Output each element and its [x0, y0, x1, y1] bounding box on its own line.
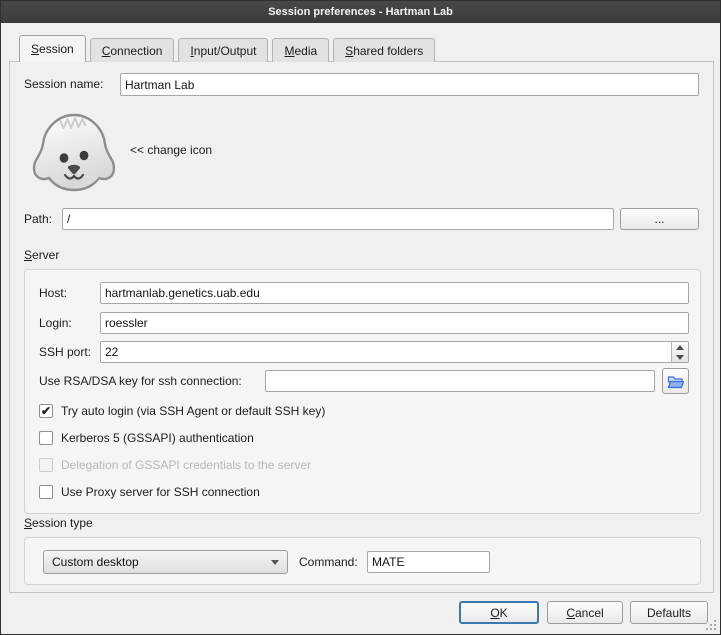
- checkbox-proxy[interactable]: [39, 485, 53, 499]
- resize-grip[interactable]: [705, 619, 717, 631]
- command-input[interactable]: [367, 551, 490, 573]
- path-browse-button[interactable]: ...: [620, 208, 699, 230]
- checkbox-kerberos-label: Kerberos 5 (GSSAPI) authentication: [61, 431, 254, 445]
- server-group: Host: Login: SSH port: 22 Use RSA/DSA ke…: [24, 269, 701, 514]
- cancel-button[interactable]: Cancel: [547, 601, 623, 624]
- spin-down-button[interactable]: [672, 352, 688, 362]
- session-type-group: Custom desktop Command:: [24, 537, 701, 585]
- session-tab-pane: Session name: << change icon Path:: [9, 61, 714, 593]
- checkbox-auto-login[interactable]: [39, 404, 53, 418]
- folder-open-icon: [667, 374, 685, 389]
- seal-icon: [30, 111, 118, 194]
- host-label: Host:: [39, 282, 67, 304]
- change-icon-label: << change icon: [130, 142, 212, 158]
- path-label: Path:: [24, 208, 52, 230]
- defaults-button[interactable]: Defaults: [630, 601, 708, 624]
- session-type-selected-option: Custom desktop: [52, 555, 265, 569]
- tab-input-output[interactable]: Input/Output: [178, 38, 268, 62]
- checkbox-row-kerberos[interactable]: Kerberos 5 (GSSAPI) authentication: [39, 430, 254, 446]
- ssh-port-label: SSH port:: [39, 341, 91, 363]
- arrow-down-icon: [676, 355, 684, 360]
- arrow-up-icon: [676, 345, 684, 350]
- checkbox-row-gssapi-delegation: Delegation of GSSAPI credentials to the …: [39, 457, 311, 473]
- session-name-label: Session name:: [24, 73, 103, 95]
- checkbox-row-proxy[interactable]: Use Proxy server for SSH connection: [39, 484, 260, 500]
- session-type-select[interactable]: Custom desktop: [43, 550, 288, 574]
- rsa-key-browse-button[interactable]: [662, 368, 689, 394]
- checkbox-kerberos[interactable]: [39, 431, 53, 445]
- rsa-key-label: Use RSA/DSA key for ssh connection:: [39, 370, 242, 392]
- session-preferences-dialog: Session preferences - Hartman Lab Sessio…: [0, 0, 721, 635]
- login-input[interactable]: [100, 312, 689, 334]
- window-title: Session preferences - Hartman Lab: [268, 6, 453, 18]
- chevron-down-icon: [271, 560, 279, 565]
- checkbox-gssapi-delegation-label: Delegation of GSSAPI credentials to the …: [61, 458, 311, 472]
- tab-connection[interactable]: Connection: [90, 38, 175, 62]
- titlebar[interactable]: Session preferences - Hartman Lab: [1, 1, 720, 23]
- ssh-port-spinner: [671, 342, 688, 362]
- session-icon-seal[interactable]: [30, 111, 118, 194]
- server-group-label: Server: [24, 247, 59, 263]
- ok-button[interactable]: OK: [459, 601, 539, 624]
- ssh-port-spinbox[interactable]: 22: [100, 341, 689, 363]
- path-input[interactable]: [62, 208, 614, 230]
- checkbox-row-auto-login[interactable]: Try auto login (via SSH Agent or default…: [39, 403, 325, 419]
- spin-up-button[interactable]: [672, 342, 688, 352]
- session-type-group-label: Session type: [24, 515, 93, 531]
- host-input[interactable]: [100, 282, 689, 304]
- tab-media[interactable]: Media: [272, 38, 329, 62]
- tab-bar: Session Connection Input/Output Media Sh…: [19, 35, 439, 62]
- checkbox-proxy-label: Use Proxy server for SSH connection: [61, 485, 260, 499]
- rsa-key-input[interactable]: [265, 370, 655, 392]
- login-label: Login:: [39, 312, 72, 334]
- session-name-input[interactable]: [120, 73, 699, 96]
- command-label: Command:: [299, 551, 358, 573]
- ssh-port-value[interactable]: 22: [101, 342, 671, 362]
- checkbox-auto-login-label: Try auto login (via SSH Agent or default…: [61, 404, 325, 418]
- tab-shared-folders[interactable]: Shared folders: [333, 38, 435, 62]
- checkbox-gssapi-delegation: [39, 458, 53, 472]
- tab-session[interactable]: Session: [19, 35, 86, 62]
